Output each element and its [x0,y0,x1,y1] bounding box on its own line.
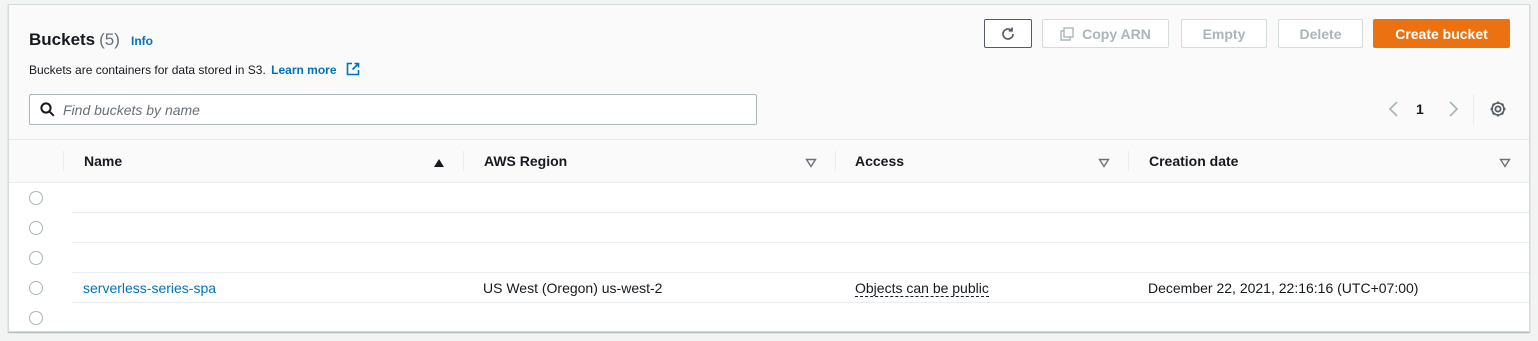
search-input[interactable] [63,101,743,118]
panel-description: Buckets are containers for data stored i… [29,62,360,79]
column-divider [63,151,64,171]
copy-arn-button[interactable]: Copy ARN [1042,19,1169,48]
copy-arn-label: Copy ARN [1082,25,1151,42]
copy-icon [1060,26,1074,41]
next-page-icon[interactable] [1446,100,1460,123]
row-radio[interactable] [29,311,43,325]
sort-icon[interactable] [1098,155,1110,173]
search-icon [40,102,55,117]
description-text: Buckets are containers for data stored i… [29,63,266,77]
bucket-creation-date: December 22, 2021, 22:16:16 (UTC+07:00) [1148,280,1419,296]
search-field[interactable] [29,94,757,125]
row-radio[interactable] [29,221,43,235]
column-header-region[interactable]: AWS Region [484,140,567,182]
sort-ascending-icon[interactable] [433,155,445,173]
table-row[interactable] [9,213,1529,243]
table-header: Name AWS Region Access Creation date [9,139,1529,183]
bucket-count: (5) [99,30,120,49]
delete-button[interactable]: Delete [1278,19,1363,48]
column-divider [463,151,464,171]
row-radio[interactable] [29,191,43,205]
row-radio[interactable] [29,281,43,295]
empty-button[interactable]: Empty [1181,19,1267,48]
current-page[interactable]: 1 [1416,101,1424,117]
bucket-name-link[interactable]: serverless-series-spa [83,273,216,303]
external-link-icon[interactable] [346,62,360,79]
refresh-button[interactable] [984,19,1032,48]
table-row[interactable] [9,303,1529,333]
gear-icon[interactable] [1489,100,1507,123]
bucket-region: US West (Oregon) us-west-2 [483,280,663,296]
pagination-divider [1473,94,1474,125]
row-radio[interactable] [29,251,43,265]
buckets-panel: Buckets (5) Info Buckets are containers f… [8,4,1530,332]
table-row[interactable]: serverless-series-spa US West (Oregon) u… [9,273,1529,303]
refresh-icon [1002,27,1014,40]
learn-more-link[interactable]: Learn more [271,63,336,77]
column-header-name[interactable]: Name [84,140,122,182]
page-title: Buckets (5) [29,30,120,49]
info-link[interactable]: Info [131,34,153,48]
sort-icon[interactable] [1499,155,1511,173]
column-divider [1128,151,1129,171]
column-header-creation-date[interactable]: Creation date [1149,140,1238,182]
table-row[interactable] [9,183,1529,213]
bucket-access[interactable]: Objects can be public [855,280,989,297]
previous-page-icon[interactable] [1387,100,1401,123]
create-bucket-button[interactable]: Create bucket [1373,19,1510,48]
sort-icon[interactable] [805,155,817,173]
table-row[interactable] [9,243,1529,273]
column-divider [835,151,836,171]
column-header-access[interactable]: Access [855,140,904,182]
